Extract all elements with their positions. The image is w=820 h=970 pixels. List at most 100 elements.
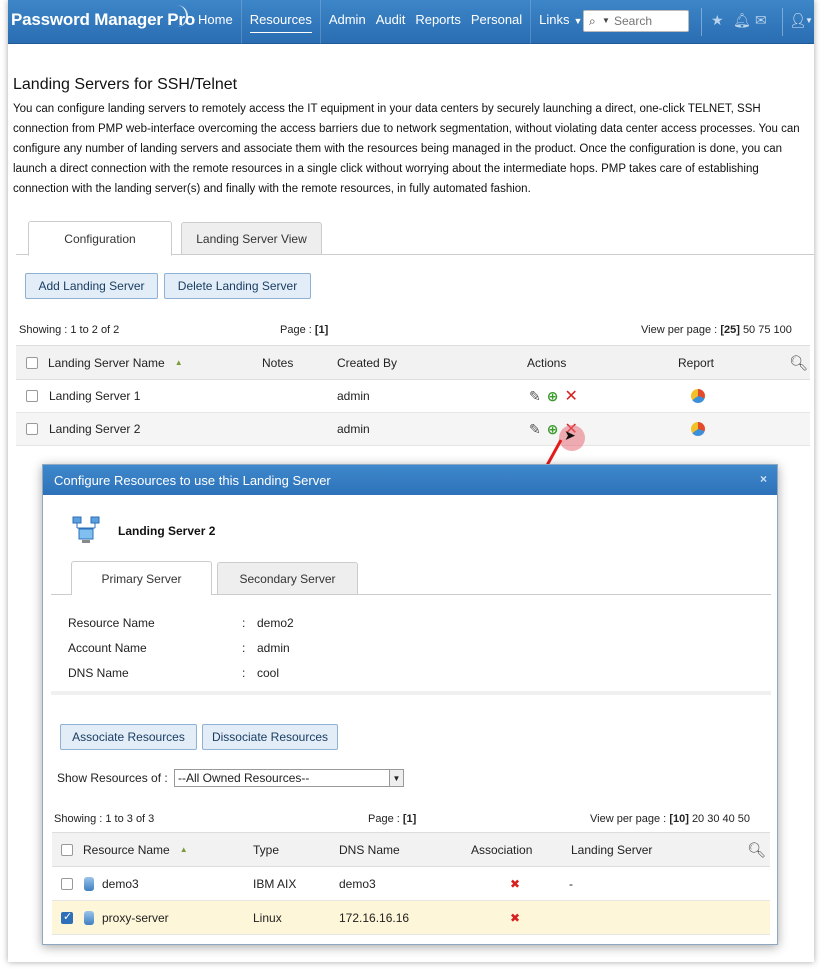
edit-icon[interactable]: ✎ xyxy=(529,388,541,405)
resource-dns: 172.16.16.16 xyxy=(339,910,410,925)
close-icon[interactable]: × xyxy=(760,472,767,486)
dissociate-resources-button[interactable]: Dissociate Resources xyxy=(202,724,338,750)
column-header-created-by: Created By xyxy=(337,355,398,370)
edit-icon[interactable]: ✎ xyxy=(529,421,541,438)
sort-ascending-icon: ▲ xyxy=(179,845,188,854)
nav-reports[interactable]: Reports xyxy=(413,0,469,44)
resource-view-per-page-options[interactable]: 20 30 40 50 xyxy=(692,813,750,825)
resource-name: proxy-server xyxy=(102,910,169,925)
sort-ascending-icon: ▲ xyxy=(174,358,183,367)
nav-links[interactable]: Links ▼ xyxy=(531,0,590,44)
add-resource-icon[interactable]: ⊕ xyxy=(547,421,559,438)
select-all-checkbox[interactable] xyxy=(61,833,73,866)
page-number[interactable]: [1] xyxy=(315,324,328,336)
tab-primary-server[interactable]: Primary Server xyxy=(71,561,212,596)
search-icon[interactable]: 🔍︎ xyxy=(789,346,808,379)
row-checkbox[interactable] xyxy=(61,867,73,900)
view-per-page-label: View per page : xyxy=(641,324,718,336)
landing-server-created-by: admin xyxy=(337,389,370,403)
column-header-actions: Actions xyxy=(527,355,567,370)
associate-resources-button[interactable]: Associate Resources xyxy=(60,724,197,750)
landing-server-created-by: admin xyxy=(337,422,370,436)
delete-landing-server-button[interactable]: Delete Landing Server xyxy=(164,273,311,299)
column-header-report: Report xyxy=(678,355,715,370)
bell-icon[interactable]: 🔔︎ xyxy=(733,12,751,29)
not-associated-icon: ✖ xyxy=(510,910,521,925)
resource-icon xyxy=(84,876,94,891)
view-per-page-options[interactable]: 50 75 100 xyxy=(743,324,792,336)
detail-value-account-name: admin xyxy=(257,641,290,655)
resource-table-header: Resource Name ▲ Type DNS Name Association… xyxy=(52,832,770,867)
detail-key-account-name: Account Name xyxy=(68,641,147,655)
report-cell xyxy=(691,413,705,445)
nav-links-label: Links xyxy=(539,12,570,27)
table-row: Landing Server 1 admin ✎ ⊕ ✕ xyxy=(16,380,810,413)
column-label-resource-name: Resource Name xyxy=(83,842,170,857)
resource-landing-server: - xyxy=(569,876,573,891)
chevron-down-icon[interactable]: ▼ xyxy=(602,16,610,25)
resource-name: demo3 xyxy=(102,876,139,891)
intro-text: You can configure landing servers to rem… xyxy=(13,103,800,195)
nav-personal[interactable]: Personal xyxy=(469,0,530,44)
header-divider xyxy=(782,8,783,36)
nav-admin[interactable]: Admin xyxy=(321,0,374,44)
nav-audit[interactable]: Audit xyxy=(374,0,414,44)
filter-label: Show Resources of : xyxy=(57,771,168,785)
resource-view-per-page: View per page : [10] 20 30 40 50 xyxy=(590,813,750,825)
chevron-down-icon[interactable]: ▼ xyxy=(389,770,403,786)
dialog-tabs: Primary Server Secondary Server xyxy=(51,561,771,596)
brand-logo[interactable]: Password Manager Pro xyxy=(11,10,195,30)
select-all-checkbox[interactable] xyxy=(26,346,38,379)
search-icon: ⌕ xyxy=(589,14,596,28)
chevron-down-icon[interactable]: ▼ xyxy=(805,16,813,25)
main-tabs: Configuration Landing Server View xyxy=(16,221,814,256)
star-icon[interactable]: ★ xyxy=(711,12,724,29)
column-header-association: Association xyxy=(471,842,533,857)
resource-page-label: Page : xyxy=(368,813,400,825)
report-icon[interactable] xyxy=(691,389,705,403)
nav-resources[interactable]: Resources xyxy=(242,0,320,44)
add-landing-server-button[interactable]: Add Landing Server xyxy=(25,273,158,299)
row-checkbox[interactable] xyxy=(26,413,38,445)
column-header-dns-name: DNS Name xyxy=(339,842,400,857)
detail-separator: : xyxy=(242,641,246,655)
landing-server-name[interactable]: Landing Server 1 xyxy=(49,380,140,412)
resource-name-cell[interactable]: proxy-server xyxy=(84,901,169,934)
column-header-name[interactable]: Landing Server Name ▲ xyxy=(48,346,183,379)
tab-landing-server-view[interactable]: Landing Server View xyxy=(181,222,322,255)
search-icon[interactable]: 🔍︎ xyxy=(747,833,766,866)
resource-page-indicator: Page : [1] xyxy=(368,813,416,825)
tab-configuration[interactable]: Configuration xyxy=(28,221,172,256)
tab-secondary-server[interactable]: Secondary Server xyxy=(217,562,358,595)
detail-key-resource-name: Resource Name xyxy=(68,616,155,630)
row-checkbox[interactable] xyxy=(26,380,38,412)
detail-value-dns-name: cool xyxy=(257,666,280,680)
dialog-title: Configure Resources to use this Landing … xyxy=(54,473,331,488)
search-input[interactable] xyxy=(614,13,686,29)
page-title: Landing Servers for SSH/Telnet xyxy=(13,76,238,93)
resource-name-cell[interactable]: demo3 xyxy=(84,867,139,900)
detail-value-resource-name: demo2 xyxy=(257,616,294,630)
table-row: demo3 IBM AIX demo3 ✖ - xyxy=(52,867,770,901)
table-row: Landing Server 2 admin ✎ ⊕ ✕ xyxy=(16,413,810,446)
resource-filter-value: --All Owned Resources-- xyxy=(178,771,310,785)
delete-icon[interactable]: ✕ xyxy=(564,386,577,406)
column-header-resource-name[interactable]: Resource Name ▲ xyxy=(83,833,188,866)
report-icon[interactable] xyxy=(691,422,705,436)
row-checkbox-checked[interactable] xyxy=(61,901,73,934)
dialog-header: Configure Resources to use this Landing … xyxy=(43,465,777,495)
nav-home[interactable]: Home xyxy=(190,0,241,44)
resource-page-number[interactable]: [1] xyxy=(403,813,416,825)
detail-separator: : xyxy=(242,666,246,680)
mail-icon[interactable]: ✉ xyxy=(755,12,767,29)
chevron-down-icon: ▼ xyxy=(573,16,583,26)
search-box[interactable]: ⌕ ▼ xyxy=(583,10,689,32)
header-divider xyxy=(701,8,702,36)
resource-filter-select[interactable]: --All Owned Resources-- ▼ xyxy=(174,769,404,787)
configure-resources-dialog: Configure Resources to use this Landing … xyxy=(42,464,778,945)
main-nav: Home Resources Admin Audit Reports Perso… xyxy=(190,0,590,44)
landing-server-name[interactable]: Landing Server 2 xyxy=(49,413,140,445)
not-associated-icon: ✖ xyxy=(510,876,521,891)
add-resource-icon[interactable]: ⊕ xyxy=(547,388,559,405)
server-icon xyxy=(72,516,100,543)
